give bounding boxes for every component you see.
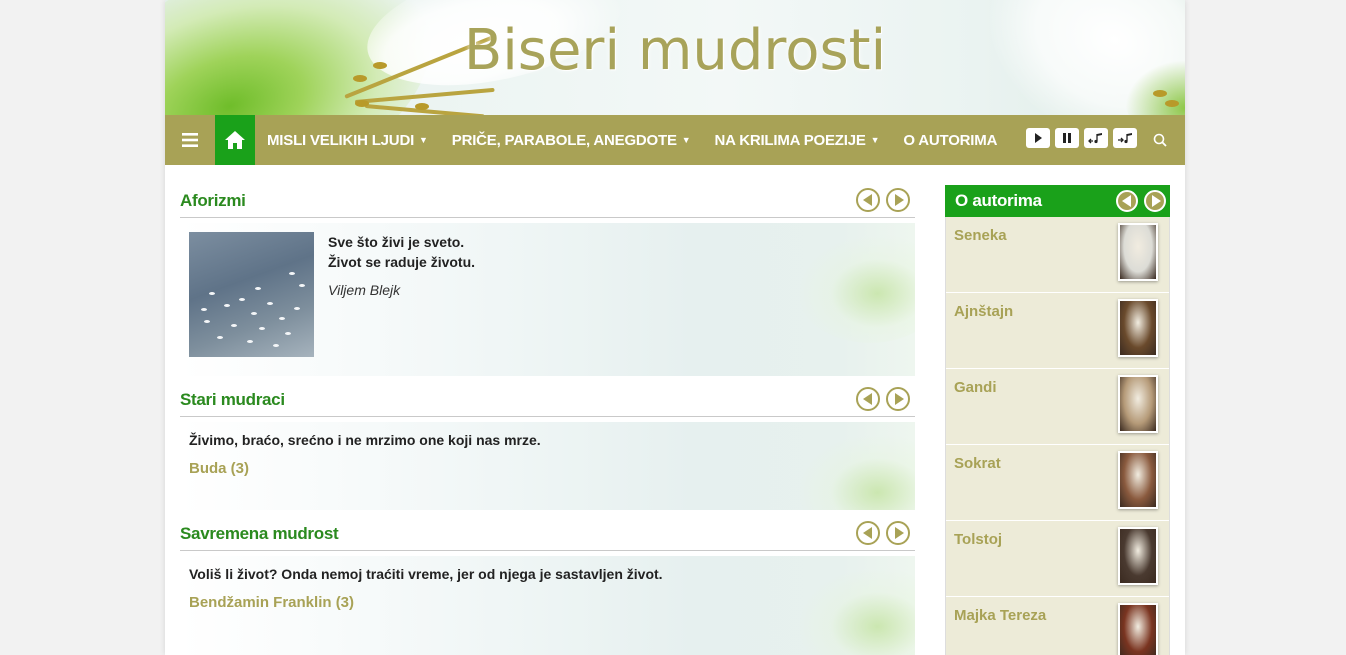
author-portrait[interactable]	[1118, 527, 1158, 585]
quote-author: Viljem Blejk	[328, 282, 401, 298]
next-arrow-icon[interactable]	[886, 521, 910, 545]
header-banner: Biseri mudrosti	[165, 0, 1185, 115]
chevron-down-icon: ▼	[681, 135, 691, 145]
music-prev-icon[interactable]	[1084, 128, 1108, 148]
play-icon[interactable]	[1026, 128, 1050, 148]
next-arrow-icon[interactable]	[886, 387, 910, 411]
sidebar-header: O autorima	[945, 185, 1170, 217]
decorative-flower	[795, 432, 915, 510]
home-icon[interactable]	[215, 115, 255, 165]
nav-menu: MISLI VELIKIH LJUDI ▼ PRIČE, PARABOLE, AN…	[255, 115, 1009, 165]
next-arrow-icon[interactable]	[1144, 190, 1166, 212]
search-icon[interactable]	[1150, 129, 1170, 151]
section-title[interactable]: Stari mudraci	[180, 390, 285, 410]
author-name[interactable]: Majka Tereza	[954, 607, 1046, 624]
author-list-item[interactable]: Gandi	[946, 369, 1169, 445]
site-title[interactable]: Biseri mudrosti	[165, 18, 1185, 83]
section-stari-mudraci: Stari mudraci Živimo, braćo, srećno i ne…	[180, 382, 915, 510]
nav-item-label: MISLI VELIKIH LJUDI	[267, 131, 415, 149]
section-aforizmi: Aforizmi Sve što živi je sveto. Život se…	[180, 183, 915, 376]
author-list-item[interactable]: Majka Tereza	[946, 597, 1169, 655]
decorative-flower	[795, 566, 915, 655]
banner-anther	[415, 103, 429, 110]
nav-item-price-parabole-anegdote[interactable]: PRIČE, PARABOLE, ANEGDOTE ▼	[440, 115, 703, 165]
author-list-item[interactable]: Seneka	[946, 217, 1169, 293]
quote-text: Živimo, braćo, srećno i ne mrzimo one ko…	[189, 432, 541, 448]
previous-arrow-icon[interactable]	[856, 387, 880, 411]
author-list-item[interactable]: Tolstoj	[946, 521, 1169, 597]
author-name[interactable]: Seneka	[954, 227, 1007, 244]
section-pager	[856, 387, 910, 411]
hamburger-icon[interactable]	[165, 115, 215, 165]
nav-item-label: NA KRILIMA POEZIJE	[714, 131, 866, 149]
author-name[interactable]: Ajnštajn	[954, 303, 1013, 320]
section-pager	[856, 521, 910, 545]
section-savremena-mudrost: Savremena mudrost Voliš li život? Onda n…	[180, 516, 915, 655]
page: Biseri mudrosti MISLI VELIKIH LJUDI ▼ PRI…	[165, 0, 1185, 655]
section-header: Savremena mudrost	[180, 516, 915, 551]
quote-line: Sve što živi je sveto.	[328, 234, 465, 250]
author-link[interactable]: Bendžamin Franklin (3)	[189, 594, 354, 611]
banner-anther	[1153, 90, 1167, 97]
sidebar-title[interactable]: O autorima	[955, 191, 1042, 211]
section-body: Živimo, braćo, srećno i ne mrzimo one ko…	[180, 422, 915, 510]
section-title[interactable]: Savremena mudrost	[180, 524, 339, 544]
author-portrait[interactable]	[1118, 223, 1158, 281]
author-link[interactable]: Buda (3)	[189, 460, 249, 477]
banner-anther	[355, 100, 369, 107]
next-arrow-icon[interactable]	[886, 188, 910, 212]
author-portrait[interactable]	[1118, 603, 1158, 655]
main-nav: MISLI VELIKIH LJUDI ▼ PRIČE, PARABOLE, AN…	[165, 115, 1185, 165]
sidebar-pager	[1116, 190, 1166, 212]
section-body: Sve što živi je sveto. Život se raduje ž…	[180, 223, 915, 376]
author-list-item[interactable]: Sokrat	[946, 445, 1169, 521]
section-pager	[856, 188, 910, 212]
author-portrait[interactable]	[1118, 299, 1158, 357]
music-next-icon[interactable]	[1113, 128, 1137, 148]
music-controls	[1026, 128, 1137, 148]
chevron-down-icon: ▼	[419, 135, 428, 145]
nav-item-o-autorima[interactable]: O AUTORIMA	[891, 115, 1009, 165]
section-header: Stari mudraci	[180, 382, 915, 417]
author-portrait[interactable]	[1118, 451, 1158, 509]
nav-item-na-krilima-poezije[interactable]: NA KRILIMA POEZIJE ▼	[703, 115, 892, 165]
quote-text: Voliš li život? Onda nemoj traćiti vreme…	[189, 566, 663, 582]
section-body: Voliš li život? Onda nemoj traćiti vreme…	[180, 556, 915, 655]
quote-block: Sve što živi je sveto. Život se raduje ž…	[328, 232, 475, 298]
pause-icon[interactable]	[1055, 128, 1079, 148]
nav-item-label: PRIČE, PARABOLE, ANEGDOTE	[451, 131, 677, 149]
author-name[interactable]: Gandi	[954, 379, 997, 396]
author-list: Seneka Ajnštajn Gandi Sokrat Tolstoj Majka Te…	[945, 217, 1170, 655]
sidebar-authors: O autorima Seneka Ajnštajn Gandi Sokrat Tols…	[945, 185, 1170, 655]
author-list-item[interactable]: Ajnštajn	[946, 293, 1169, 369]
author-portrait[interactable]	[1118, 375, 1158, 433]
decorative-flower	[795, 233, 915, 343]
section-title[interactable]: Aforizmi	[180, 191, 246, 211]
previous-arrow-icon[interactable]	[856, 188, 880, 212]
author-name[interactable]: Sokrat	[954, 455, 1001, 472]
section-header: Aforizmi	[180, 183, 915, 218]
nav-item-label: O AUTORIMA	[903, 131, 998, 149]
chevron-down-icon: ▼	[870, 135, 880, 145]
banner-anther	[1165, 100, 1179, 107]
nav-item-misli-velikih-ljudi[interactable]: MISLI VELIKIH LJUDI ▼	[255, 115, 440, 165]
author-name[interactable]: Tolstoj	[954, 531, 1002, 548]
quote-line: Život se raduje životu.	[328, 254, 476, 270]
previous-arrow-icon[interactable]	[1116, 190, 1138, 212]
quote-image[interactable]	[189, 232, 314, 357]
previous-arrow-icon[interactable]	[856, 521, 880, 545]
